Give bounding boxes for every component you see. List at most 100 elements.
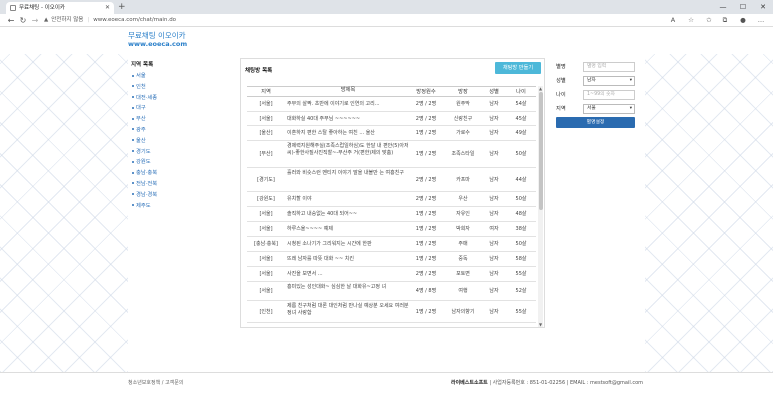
- cell-title: 하루스울~~~~ 예제: [287, 226, 333, 232]
- favorite-icon[interactable]: ☆: [686, 14, 696, 27]
- col-region: 지역: [261, 89, 271, 95]
- cell-region: [서울]: [259, 226, 273, 232]
- table-row[interactable]: [서울] 주부의 살짝. 초반에 이야기로 인연의 고리... 2명 / 2명 원주막…: [247, 97, 536, 112]
- url-field[interactable]: ▲ 안전하지 않음 | www.eoeca.com/chat/main.do: [44, 16, 664, 25]
- region-item[interactable]: 대전·세종: [128, 93, 236, 104]
- create-room-button[interactable]: 채팅방 만들기: [495, 62, 541, 74]
- browser-tab[interactable]: 무료채팅 - 이오이카 ✕: [6, 2, 114, 14]
- footer-info: 라이베스트소프트 | 사업자등록번호 : 851-01-02256 | EMAI…: [451, 379, 643, 386]
- favorites-list-icon[interactable]: ✩: [704, 14, 714, 27]
- table-row[interactable]: [부산] 경제력지원해주실(조족스럽일하심)도 한달 내 편안(5)아저씨)-좋한…: [247, 141, 536, 168]
- refresh-icon[interactable]: ↻: [18, 14, 28, 27]
- bullet-icon: [132, 85, 134, 88]
- region-item[interactable]: 광주: [128, 125, 236, 136]
- table-header: 지역 방제목 방정원수 방장 성별 나이: [247, 86, 536, 97]
- forward-icon: →: [31, 16, 39, 25]
- table-row[interactable]: [서울] 솔직하고 내숭없는 40대 되어~~ 1명 / 2명 자유인 남자 48살: [247, 207, 536, 222]
- region-select[interactable]: 서울 ▾: [583, 104, 635, 114]
- bullet-icon: [132, 160, 134, 163]
- tab-title: 무료채팅 - 이오이카: [19, 5, 65, 11]
- cell-title: 제름 친구처럼 대론 대인처럼 만나실 예상분 오세요 여러분 정녀 사랑함: [287, 303, 409, 316]
- new-tab-button[interactable]: +: [118, 1, 126, 13]
- cell-age: 52살: [515, 288, 527, 294]
- region-item[interactable]: 강원도: [128, 157, 236, 168]
- cell-count: 2명 / 2명: [415, 271, 437, 277]
- cell-age: 50살: [515, 151, 527, 157]
- site-logo[interactable]: 무료채팅 이오이카 www.eoeca.com: [128, 31, 187, 49]
- nickname-input[interactable]: 별명 입력: [583, 62, 635, 72]
- cell-age: 50살: [515, 196, 527, 202]
- bullet-icon: [132, 128, 134, 131]
- profile-icon[interactable]: ●: [738, 14, 748, 27]
- collections-icon[interactable]: ⧉: [720, 14, 730, 27]
- cell-age: 45살: [515, 116, 527, 122]
- cell-age: 54살: [515, 101, 527, 107]
- cell-count: 1명 / 2명: [415, 256, 437, 262]
- save-nickname-button[interactable]: 별명설정: [556, 117, 635, 128]
- gender-value: 남자: [587, 78, 596, 83]
- region-item[interactable]: 부산: [128, 114, 236, 125]
- minimize-icon[interactable]: —: [716, 0, 730, 14]
- region-item[interactable]: 전남·전북: [128, 179, 236, 190]
- cell-count: 2명 / 2명: [415, 101, 437, 107]
- table-row[interactable]: [서울] 하루스울~~~~ 예제 1명 / 2명 박희자 여자 38살: [247, 222, 536, 237]
- cell-count: 1명 / 2명: [415, 130, 437, 136]
- region-item-label: 전남·전북: [136, 180, 158, 187]
- scroll-down-icon[interactable]: ▼: [538, 322, 543, 327]
- table-row[interactable]: [서울] 사진을 보면서 ... 2명 / 2명 포토면 남자 55살: [247, 267, 536, 282]
- region-item[interactable]: 대구: [128, 103, 236, 114]
- age-input[interactable]: 1~99의 숫자: [583, 90, 635, 100]
- chevron-down-icon: ▾: [629, 106, 632, 111]
- table-row[interactable]: [서울] 뜨레 남자를 따뜻 대화 ~~ 치킨 1명 / 2명 중독 남자 58살: [247, 252, 536, 267]
- bullet-icon: [132, 139, 134, 142]
- back-icon[interactable]: ←: [6, 14, 16, 27]
- cell-age: 58살: [515, 256, 527, 262]
- address-bar: ← ↻ → ▲ 안전하지 않음 | www.eoeca.com/chat/main.d…: [0, 14, 773, 27]
- region-item[interactable]: 울산: [128, 136, 236, 147]
- region-value: 서울: [587, 106, 596, 111]
- gender-select[interactable]: 남자 ▾: [583, 76, 635, 86]
- scroll-up-icon[interactable]: ▲: [538, 86, 543, 91]
- region-item[interactable]: 충남·충북: [128, 168, 236, 179]
- region-item-label: 인천: [136, 83, 146, 90]
- cell-count: 1명 / 2명: [415, 241, 437, 247]
- table-row[interactable]: [울산] 이혼하지 편한 스탈 좋아하는 여친 ... 울산 1명 / 2명 가로수 남…: [247, 126, 536, 141]
- menu-icon[interactable]: …: [756, 14, 766, 27]
- region-item[interactable]: 제주도: [128, 201, 236, 212]
- cell-title: 대화하실 40대 주부님 ~~~~~~: [287, 116, 361, 122]
- cell-region: [서울]: [259, 288, 273, 294]
- close-window-icon[interactable]: ✕: [756, 0, 770, 14]
- cell-count: 2명 / 2명: [415, 177, 437, 183]
- cell-region: [서울]: [259, 101, 273, 107]
- region-item[interactable]: 서울: [128, 71, 236, 82]
- cell-gender: 여자: [489, 226, 499, 232]
- table-row[interactable]: [서울] 대화하실 40대 주부님 ~~~~~~ 2명 / 2명 신랑친구 남자 45살: [247, 112, 536, 126]
- bullet-icon: [132, 204, 134, 207]
- close-tab-icon[interactable]: ✕: [105, 2, 110, 14]
- scrollbar[interactable]: ▲ ▼: [538, 86, 543, 327]
- chat-room-list-title: 채팅방 목록: [245, 68, 273, 74]
- warning-icon: ▲: [44, 17, 49, 23]
- logo-url: www.eoeca.com: [128, 40, 188, 48]
- bullet-icon: [132, 193, 134, 196]
- region-item-label: 대구: [136, 105, 146, 112]
- footer: 청소년보호정책 / 고객문의 라이베스트소프트 | 사업자등록번호 : 851-…: [0, 372, 773, 419]
- cell-title: 경제력지원해주실(조족스럽일하심)도 한달 내 편안(5)아저씨)-좋한사질사진…: [287, 143, 409, 156]
- col-count: 방정원수: [416, 89, 436, 95]
- scrollbar-thumb[interactable]: [538, 92, 543, 210]
- footer-links[interactable]: 청소년보호정책 / 고객문의: [128, 379, 183, 386]
- table-row[interactable]: [서울] 흥미있는 성인대화~ 심심한 날 대화유~고정 녀 4명 / 8명 여행 남자…: [247, 282, 536, 301]
- table-row[interactable]: [인천] 제름 친구처럼 대론 대인처럼 만나실 예상분 오세요 여러분 정녀 사…: [247, 301, 536, 323]
- region-item[interactable]: 경기도: [128, 147, 236, 158]
- cell-tendency: 조족스타일: [451, 151, 475, 157]
- read-aloud-icon[interactable]: A: [668, 14, 678, 27]
- maximize-icon[interactable]: ☐: [736, 0, 750, 14]
- region-item-label: 대전·세종: [136, 94, 158, 101]
- region-item[interactable]: 경남·경북: [128, 190, 236, 201]
- table-row[interactable]: [충남·충북] 시청된 소나기가 그리워지는 시간에 한판 1명 / 2명 주매 남자 5…: [247, 237, 536, 252]
- region-item[interactable]: 인천: [128, 82, 236, 93]
- age-row: 나이 1~99의 숫자: [549, 89, 644, 101]
- table-row[interactable]: [경기도] 흘러와 비슷스런 멘티지 이야기 말을 내볼만 는 여흥친구 2명 / …: [247, 168, 536, 192]
- table-row[interactable]: [강원도] 유치할 이야 2명 / 2명 우산 남자 50살: [247, 192, 536, 207]
- region-item-label: 경남·경북: [136, 191, 158, 198]
